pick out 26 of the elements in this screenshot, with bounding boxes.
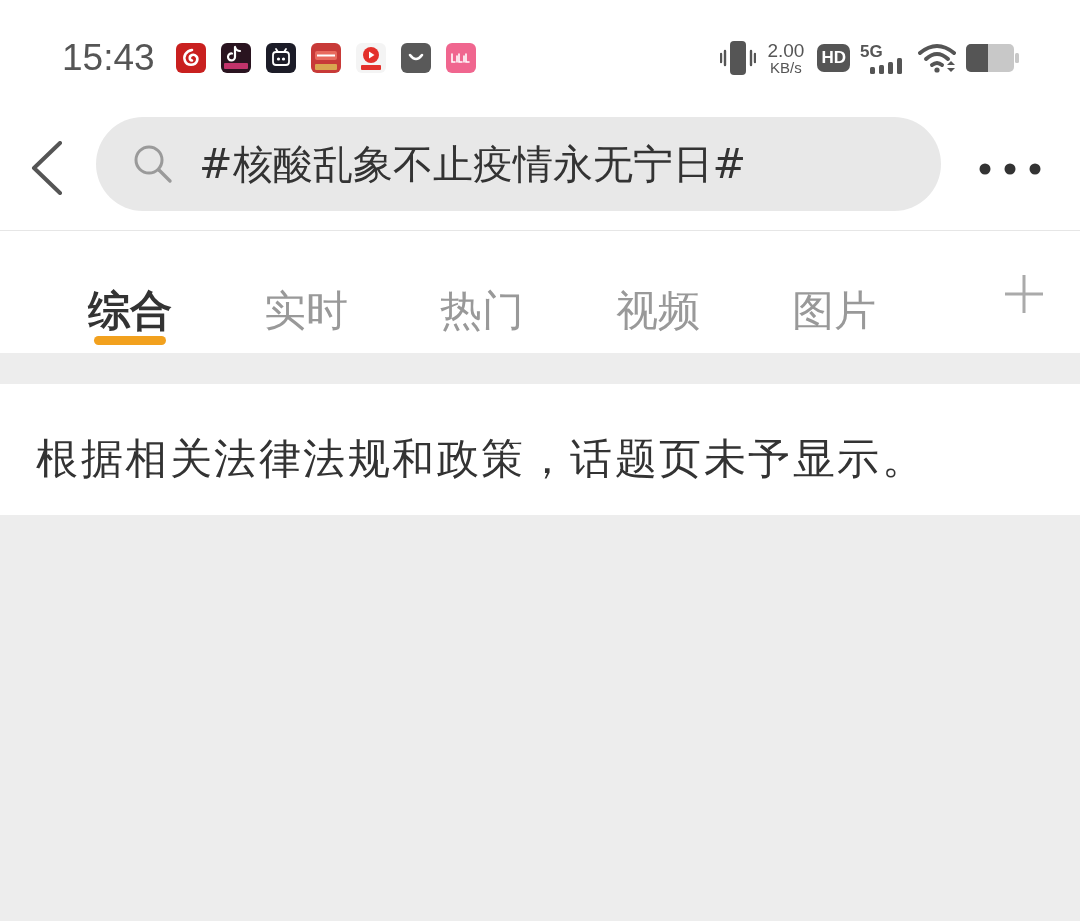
network-speed: 2.00 [767, 41, 805, 60]
back-icon[interactable] [31, 141, 63, 195]
more-icon[interactable] [979, 163, 1041, 175]
spiral-app-icon [175, 43, 206, 73]
tab[interactable]: 实时 [218, 231, 394, 353]
logo-app-icon [445, 43, 476, 73]
book-app-icon [310, 43, 341, 73]
battery-icon [966, 44, 1020, 72]
tab[interactable]: 热门 [394, 231, 570, 353]
wifi-icon [918, 43, 956, 73]
tab[interactable]: 图片 [746, 231, 922, 353]
notice-text: 根据相关法律法规和政策，话题页未予显示。 [36, 434, 926, 483]
tab[interactable]: 视频 [570, 231, 746, 353]
network-type: 5G [860, 42, 883, 60]
tv-face-app-icon [265, 43, 296, 73]
music-note-app-icon [220, 43, 251, 73]
search-field[interactable]: #核酸乱象不止疫情永无宁日# [96, 117, 941, 211]
signal-icon [870, 57, 904, 74]
speed-unit: KB/s [770, 60, 802, 75]
vibrate-icon [720, 41, 757, 75]
search-icon [133, 144, 173, 184]
smile-app-icon [400, 43, 431, 73]
play-app-icon [355, 43, 386, 73]
hd-badge: HD [817, 44, 850, 72]
status-time: 15:43 [62, 38, 155, 78]
tab[interactable]: 综合 [42, 231, 218, 353]
